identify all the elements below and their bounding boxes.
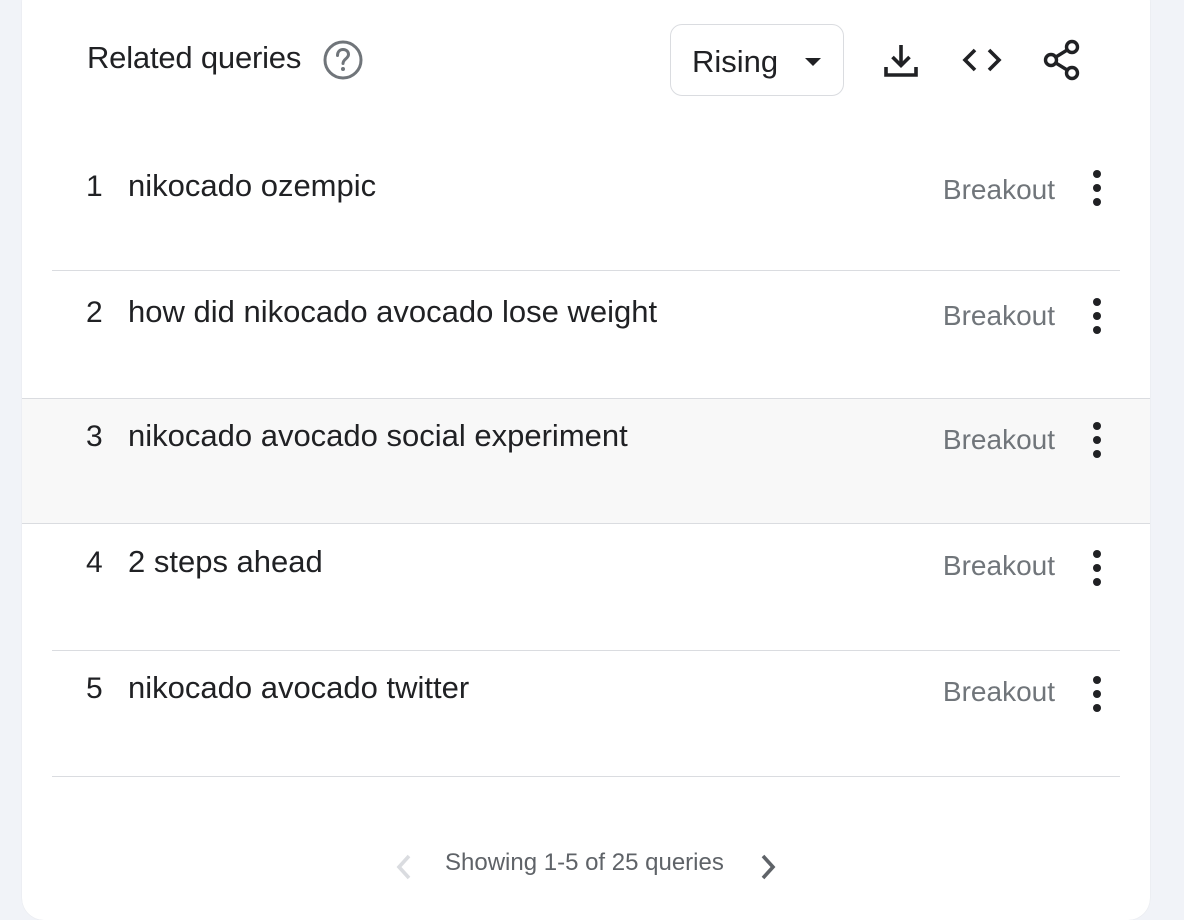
more-vert-icon[interactable]	[1083, 168, 1111, 208]
card-title: Related queries	[87, 40, 302, 75]
query-row[interactable]: 1 nikocado ozempic Breakout	[22, 144, 1150, 270]
help-circle-icon[interactable]	[322, 39, 364, 81]
chevron-right-icon[interactable]	[756, 850, 780, 884]
query-row[interactable]: 3 nikocado avocado social experiment Bre…	[22, 398, 1150, 524]
rising-dropdown[interactable]: Rising	[670, 24, 844, 96]
row-rank: 4	[86, 546, 103, 579]
related-queries-card: Related queries Rising 1 nikocado ozempi…	[22, 0, 1150, 920]
caret-down-icon	[805, 58, 821, 66]
row-query-link[interactable]: 2 steps ahead	[128, 544, 323, 580]
row-value: Breakout	[942, 424, 1055, 455]
row-query-link[interactable]: how did nikocado avocado lose weight	[128, 294, 657, 330]
row-rank: 1	[86, 170, 103, 203]
code-icon[interactable]	[960, 38, 1004, 82]
more-vert-icon[interactable]	[1083, 674, 1111, 714]
dropdown-selected-label: Rising	[692, 44, 779, 79]
chevron-left-icon	[396, 854, 411, 880]
pagination: Showing 1-5 of 25 queries	[22, 842, 1150, 892]
more-vert-icon[interactable]	[1083, 420, 1111, 460]
row-rank: 3	[86, 420, 103, 453]
download-icon[interactable]	[879, 38, 923, 82]
row-rank: 2	[86, 296, 103, 329]
share-icon[interactable]	[1040, 38, 1084, 82]
row-value: Breakout	[942, 174, 1055, 205]
more-vert-icon[interactable]	[1083, 296, 1111, 336]
row-value: Breakout	[942, 676, 1055, 707]
row-divider	[52, 270, 1120, 271]
row-query-link[interactable]: nikocado avocado social experiment	[128, 418, 628, 454]
query-row[interactable]: 2 how did nikocado avocado lose weight B…	[22, 272, 1150, 398]
row-divider	[52, 776, 1120, 777]
row-value: Breakout	[942, 550, 1055, 581]
row-rank: 5	[86, 672, 103, 705]
row-value: Breakout	[942, 300, 1055, 331]
row-query-link[interactable]: nikocado avocado twitter	[128, 670, 469, 706]
query-row[interactable]: 4 2 steps ahead Breakout	[22, 524, 1150, 650]
pagination-status: Showing 1-5 of 25 queries	[445, 849, 724, 876]
query-row[interactable]: 5 nikocado avocado twitter Breakout	[22, 652, 1150, 778]
row-query-link[interactable]: nikocado ozempic	[128, 168, 376, 204]
more-vert-icon[interactable]	[1083, 548, 1111, 588]
row-divider	[52, 650, 1120, 651]
